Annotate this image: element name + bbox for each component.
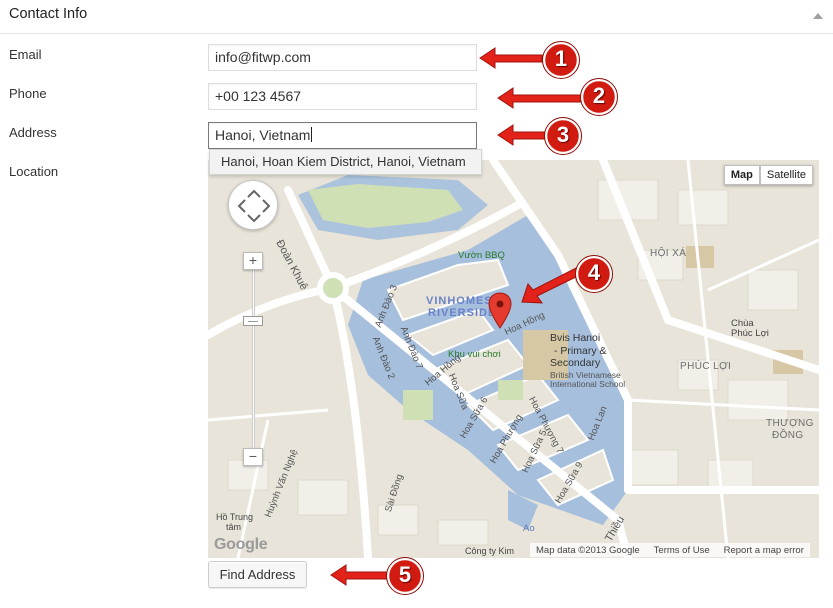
collapse-toggle-icon[interactable] — [813, 13, 823, 19]
map-label-phuc-loi: PHÚC LỢI — [680, 361, 732, 372]
zoom-slider-track[interactable] — [252, 260, 255, 455]
address-field[interactable]: Hanoi, Vietnam — [208, 122, 477, 149]
map-label-cong-ty-kim: Công ty Kim — [465, 546, 515, 556]
map-label-vinhomes-2: RIVERSIDE — [428, 307, 497, 319]
map-label-thuong-1: THƯỢNG — [766, 418, 814, 429]
map-footer: Map data ©2013 Google Terms of Use Repor… — [530, 543, 810, 557]
email-field-value: info@fitwp.com — [215, 49, 311, 65]
annotation-badge-1: 1 — [541, 40, 581, 85]
zoom-out-button[interactable]: − — [243, 448, 263, 466]
map-type-control: Map Satellite — [723, 165, 813, 185]
annotation-badge-4-text: 4 — [587, 260, 601, 285]
location-marker-icon[interactable] — [488, 292, 512, 330]
panel-title: Contact Info — [9, 6, 88, 22]
map-type-satellite-button[interactable]: Satellite — [759, 165, 813, 185]
google-logo: Google — [214, 536, 268, 553]
email-label: Email — [9, 47, 42, 62]
address-field-value: Hanoi, Vietnam — [215, 127, 311, 143]
report-map-error-link[interactable]: Report a map error — [724, 545, 804, 556]
location-label: Location — [9, 164, 59, 179]
phone-label: Phone — [9, 86, 47, 101]
pan-arrows-icon — [237, 189, 271, 223]
annotation-badge-3-text: 3 — [556, 122, 570, 147]
panel-header[interactable]: Contact Info — [0, 0, 833, 34]
location-map[interactable]: HỘI XÁ Chùa Phúc Lợi PHÚC LỢI THƯỢNG ĐỒN… — [208, 160, 819, 558]
zoom-in-button[interactable]: + — [243, 252, 263, 270]
annotation-badge-2: 2 — [579, 77, 619, 122]
map-label-bvis-1: Bvis Hanoi — [550, 332, 601, 344]
annotation-badge-3: 3 — [543, 116, 583, 161]
find-address-button[interactable]: Find Address — [208, 561, 307, 588]
annotation-badge-5-text: 5 — [398, 562, 412, 587]
phone-field[interactable]: +00 123 4567 — [208, 83, 477, 110]
address-suggestion[interactable]: Hanoi, Hoan Kiem District, Hanoi, Vietna… — [209, 149, 482, 175]
map-tiles — [208, 160, 819, 558]
annotation-badge-2-text: 2 — [592, 83, 606, 108]
map-label-ho-trung-1: Hồ Trung — [216, 512, 254, 522]
map-label-ao: Ao — [523, 523, 535, 534]
text-caret — [311, 127, 313, 142]
map-type-map-button[interactable]: Map — [723, 165, 760, 185]
map-label-thuong-2: ĐỒNG — [772, 430, 804, 441]
annotation-badge-1-text: 1 — [554, 46, 568, 71]
zoom-slider-thumb[interactable] — [243, 316, 263, 326]
terms-of-use-link[interactable]: Terms of Use — [654, 545, 710, 556]
email-field[interactable]: info@fitwp.com — [208, 44, 477, 71]
map-data-credit: Map data ©2013 Google — [536, 544, 640, 556]
phone-field-value: +00 123 4567 — [215, 88, 302, 104]
annotation-badge-4: 4 — [574, 254, 614, 299]
address-label: Address — [9, 125, 57, 140]
annotation-badge-5: 5 — [385, 556, 425, 601]
pan-control[interactable] — [228, 180, 278, 230]
map-label-hoi-xa: HỘI XÁ — [650, 248, 687, 259]
map-label-ho-trung-2: tâm — [226, 522, 242, 532]
map-label-bris-2: International School — [550, 379, 626, 389]
map-label-vinhomes-1: VINHOMES — [426, 295, 493, 307]
map-label-bvis-2: - Primary & — [554, 345, 607, 357]
map-label-vuon-bbq: Vườn BBQ — [458, 250, 505, 261]
map-label-chua-2: Phúc Lợi — [731, 328, 769, 339]
map-label-bvis-3: Secondary — [550, 357, 601, 369]
